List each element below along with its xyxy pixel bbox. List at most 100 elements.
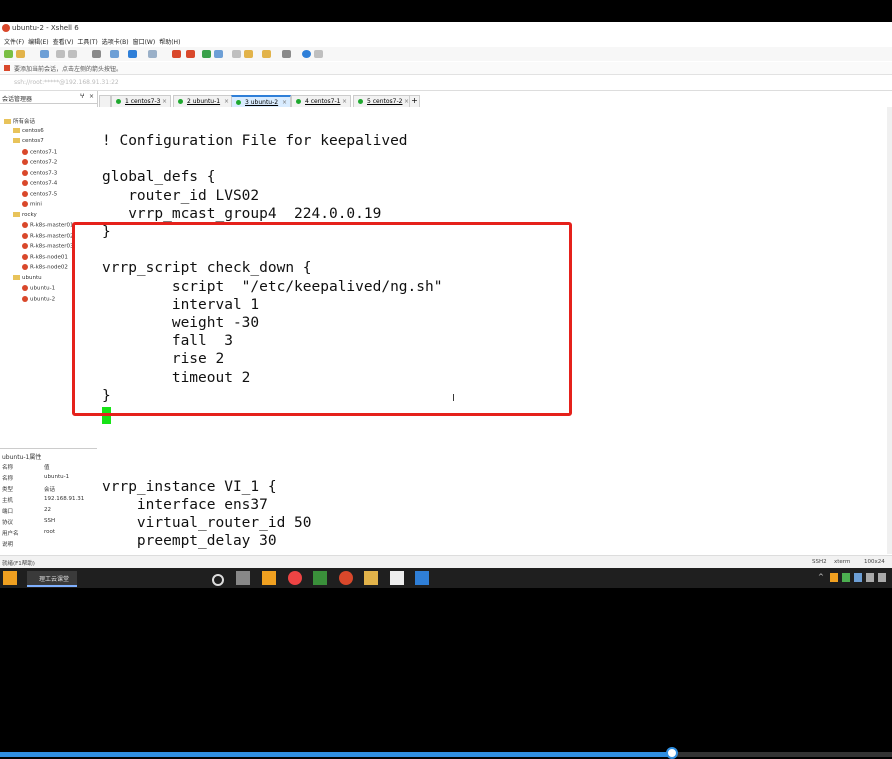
session-item[interactable]: ubuntu-2 bbox=[22, 295, 55, 305]
typora-icon[interactable] bbox=[390, 571, 404, 585]
property-row: 端口 22 bbox=[0, 507, 97, 517]
taskbar-app-item[interactable]: 理工云课堂 bbox=[27, 571, 77, 587]
property-value: 值 bbox=[44, 465, 50, 471]
menu-item[interactable]: 编辑(E) bbox=[28, 37, 48, 46]
script-icon[interactable] bbox=[244, 50, 253, 58]
session-item[interactable]: centos7-1 bbox=[22, 148, 58, 158]
copy-icon[interactable] bbox=[56, 50, 65, 58]
session-item[interactable]: R-k8s-node02 bbox=[22, 264, 68, 273]
session-tab[interactable]: 1 centos7-3 × bbox=[111, 95, 171, 107]
session-icon bbox=[22, 201, 28, 207]
property-value: 会话 bbox=[44, 487, 56, 493]
folder-item[interactable]: ubuntu bbox=[13, 274, 42, 284]
folder-item[interactable]: centos7 bbox=[13, 138, 44, 147]
search-icon[interactable] bbox=[212, 574, 224, 586]
new-tab-button[interactable]: + bbox=[409, 95, 420, 107]
video-progress-bar[interactable] bbox=[0, 747, 892, 759]
globe-icon[interactable] bbox=[128, 50, 137, 58]
status-ready: 就绪(F1帮助) bbox=[2, 561, 35, 567]
help-icon[interactable] bbox=[302, 50, 311, 58]
session-tab[interactable]: 2 ubuntu-1 × bbox=[173, 95, 233, 107]
tab-label: 1 centos7-3 bbox=[125, 98, 161, 105]
close-icon[interactable]: × bbox=[89, 93, 94, 100]
connect-icon[interactable] bbox=[40, 50, 49, 58]
font-icon[interactable] bbox=[148, 50, 157, 58]
tree-item-label: R-k8s-master01 bbox=[30, 222, 74, 229]
session-item[interactable]: R-k8s-master02 bbox=[22, 232, 74, 242]
session-item[interactable]: centos7-2 bbox=[22, 159, 57, 168]
menu-item[interactable]: 查看(V) bbox=[53, 37, 74, 46]
shield-icon[interactable] bbox=[830, 573, 838, 582]
keyboard-icon[interactable] bbox=[214, 50, 223, 58]
session-tab[interactable]: 4 centos7-1 × bbox=[291, 95, 351, 107]
menu-item[interactable]: 工具(T) bbox=[77, 37, 97, 46]
explorer-icon[interactable] bbox=[364, 571, 378, 585]
session-icon bbox=[22, 243, 28, 249]
wechat-icon[interactable] bbox=[842, 573, 850, 582]
folder-icon bbox=[13, 274, 20, 280]
tray-chevron-icon[interactable]: ^ bbox=[818, 573, 824, 581]
menu-item[interactable]: 窗口(W) bbox=[133, 37, 156, 46]
paste-icon[interactable] bbox=[68, 50, 77, 58]
new-session-icon[interactable] bbox=[4, 50, 13, 58]
session-item[interactable]: centos7-4 bbox=[22, 180, 57, 189]
app-icon-2[interactable] bbox=[313, 571, 327, 585]
menu-item[interactable]: 选项卡(B) bbox=[102, 37, 129, 46]
session-item[interactable]: centos7-5 bbox=[22, 190, 57, 200]
menu-item[interactable]: 文件(F) bbox=[4, 37, 24, 46]
close-tab-icon[interactable]: × bbox=[162, 98, 167, 105]
status-size: 100x24 bbox=[864, 559, 885, 565]
tree-item-label: R-k8s-node01 bbox=[30, 254, 68, 260]
layout-icon[interactable] bbox=[282, 50, 291, 58]
property-row: 用户名 root bbox=[0, 529, 97, 539]
session-item[interactable]: R-k8s-master01 bbox=[22, 222, 74, 231]
transfer-icon[interactable] bbox=[262, 50, 271, 58]
battery-icon[interactable] bbox=[878, 573, 886, 582]
session-item[interactable]: ubuntu-1 bbox=[22, 285, 55, 294]
close-tab-icon[interactable]: × bbox=[282, 99, 287, 106]
tree-item-label: centos7-1 bbox=[30, 149, 58, 155]
address-bar[interactable]: ssh://root:*****@192.168.91.31:22 bbox=[0, 75, 892, 91]
xshell-taskbar-icon[interactable] bbox=[339, 571, 353, 585]
session-item[interactable]: R-k8s-master03 bbox=[22, 243, 74, 252]
hint-text: 要添加当前会话，点击左侧的箭头按钮。 bbox=[14, 66, 123, 73]
session-item[interactable]: mini bbox=[22, 201, 42, 210]
properties-icon[interactable] bbox=[110, 50, 119, 58]
video-progress-knob[interactable] bbox=[665, 747, 678, 759]
highlight-annotation bbox=[72, 222, 572, 416]
property-value: 192.168.91.31 bbox=[44, 496, 85, 502]
app-icon-1[interactable] bbox=[262, 571, 276, 585]
chrome-icon[interactable] bbox=[288, 571, 302, 585]
menu-item[interactable]: 帮助(H) bbox=[159, 37, 180, 46]
volume-icon[interactable] bbox=[866, 573, 874, 582]
open-folder-icon[interactable] bbox=[16, 50, 25, 58]
pin-icon[interactable]: ⵖ bbox=[80, 93, 85, 100]
property-key: 说明 bbox=[2, 542, 14, 548]
lock-icon[interactable] bbox=[232, 50, 241, 58]
tab-label: 4 centos7-1 bbox=[305, 98, 341, 105]
tab-back-button[interactable] bbox=[99, 95, 111, 107]
folder-item[interactable]: 所有会话 bbox=[4, 117, 35, 126]
folder-item[interactable]: rocky bbox=[13, 211, 37, 221]
comment-icon[interactable] bbox=[314, 50, 323, 58]
window-title: ubuntu-2 - Xshell 6 bbox=[12, 24, 79, 32]
folder-item[interactable]: centos6 bbox=[13, 127, 44, 137]
property-row: 说明 bbox=[0, 540, 97, 550]
find-icon[interactable] bbox=[92, 50, 101, 58]
app-icon-3[interactable] bbox=[415, 571, 429, 585]
close-tab-icon[interactable]: × bbox=[342, 98, 347, 105]
network-icon[interactable] bbox=[854, 573, 862, 582]
session-item[interactable]: R-k8s-node01 bbox=[22, 253, 68, 263]
session-manager-title: 会话管理器 bbox=[2, 96, 33, 103]
terminal-scrollbar[interactable] bbox=[887, 107, 892, 554]
task-view-icon[interactable] bbox=[236, 571, 250, 585]
property-row: 名称 ubuntu-1 bbox=[0, 474, 97, 484]
bookmark-icon[interactable] bbox=[4, 65, 10, 71]
start-icon[interactable] bbox=[3, 571, 17, 585]
session-item[interactable]: centos7-3 bbox=[22, 169, 57, 179]
close-tab-icon[interactable]: × bbox=[224, 98, 229, 105]
xshell-icon[interactable] bbox=[186, 50, 195, 58]
xftp-icon[interactable] bbox=[172, 50, 181, 58]
fullscreen-icon[interactable] bbox=[202, 50, 211, 58]
session-tab[interactable]: 5 centos7-2 × bbox=[353, 95, 413, 107]
